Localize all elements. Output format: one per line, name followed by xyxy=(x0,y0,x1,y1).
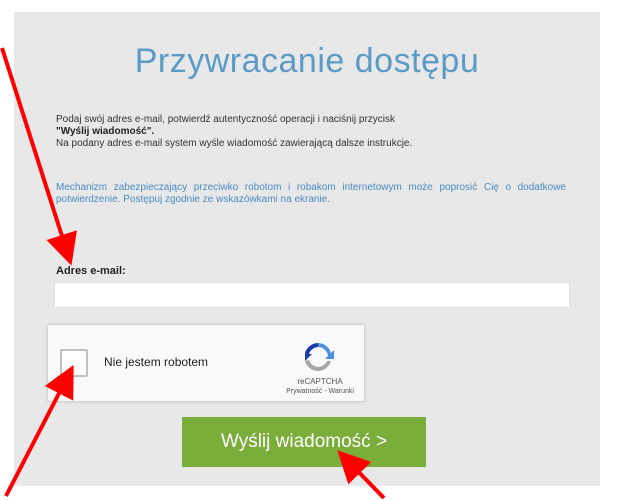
email-field[interactable] xyxy=(54,282,570,308)
recaptcha-widget: Nie jestem robotem reCAPTCHA Prywatność … xyxy=(47,324,365,402)
page-title: Przywracanie dostępu xyxy=(134,42,480,80)
instructions-button-name: "Wyślij wiadomość". xyxy=(56,126,155,137)
send-message-button[interactable]: Wyślij wiadomość > xyxy=(182,417,426,467)
recaptcha-links[interactable]: Prywatność - Warunki xyxy=(274,388,366,395)
recaptcha-checkbox[interactable] xyxy=(60,349,88,377)
captcha-note: Mechanizm zabezpieczający przeciwko robo… xyxy=(56,182,566,205)
password-recovery-panel: Przywracanie dostępu Podaj swój adres e-… xyxy=(14,12,600,486)
email-label: Adres e-mail: xyxy=(56,265,126,277)
recaptcha-logo-icon xyxy=(305,343,334,371)
instructions-line-2: Na podany adres e-mail system wyśle wiad… xyxy=(56,138,413,149)
instructions-text: Podaj swój adres e-mail, potwierdź auten… xyxy=(56,114,566,150)
instructions-line-1: Podaj swój adres e-mail, potwierdź auten… xyxy=(56,114,396,125)
recaptcha-brand: reCAPTCHA xyxy=(297,377,343,386)
recaptcha-label: Nie jestem robotem xyxy=(104,355,209,369)
